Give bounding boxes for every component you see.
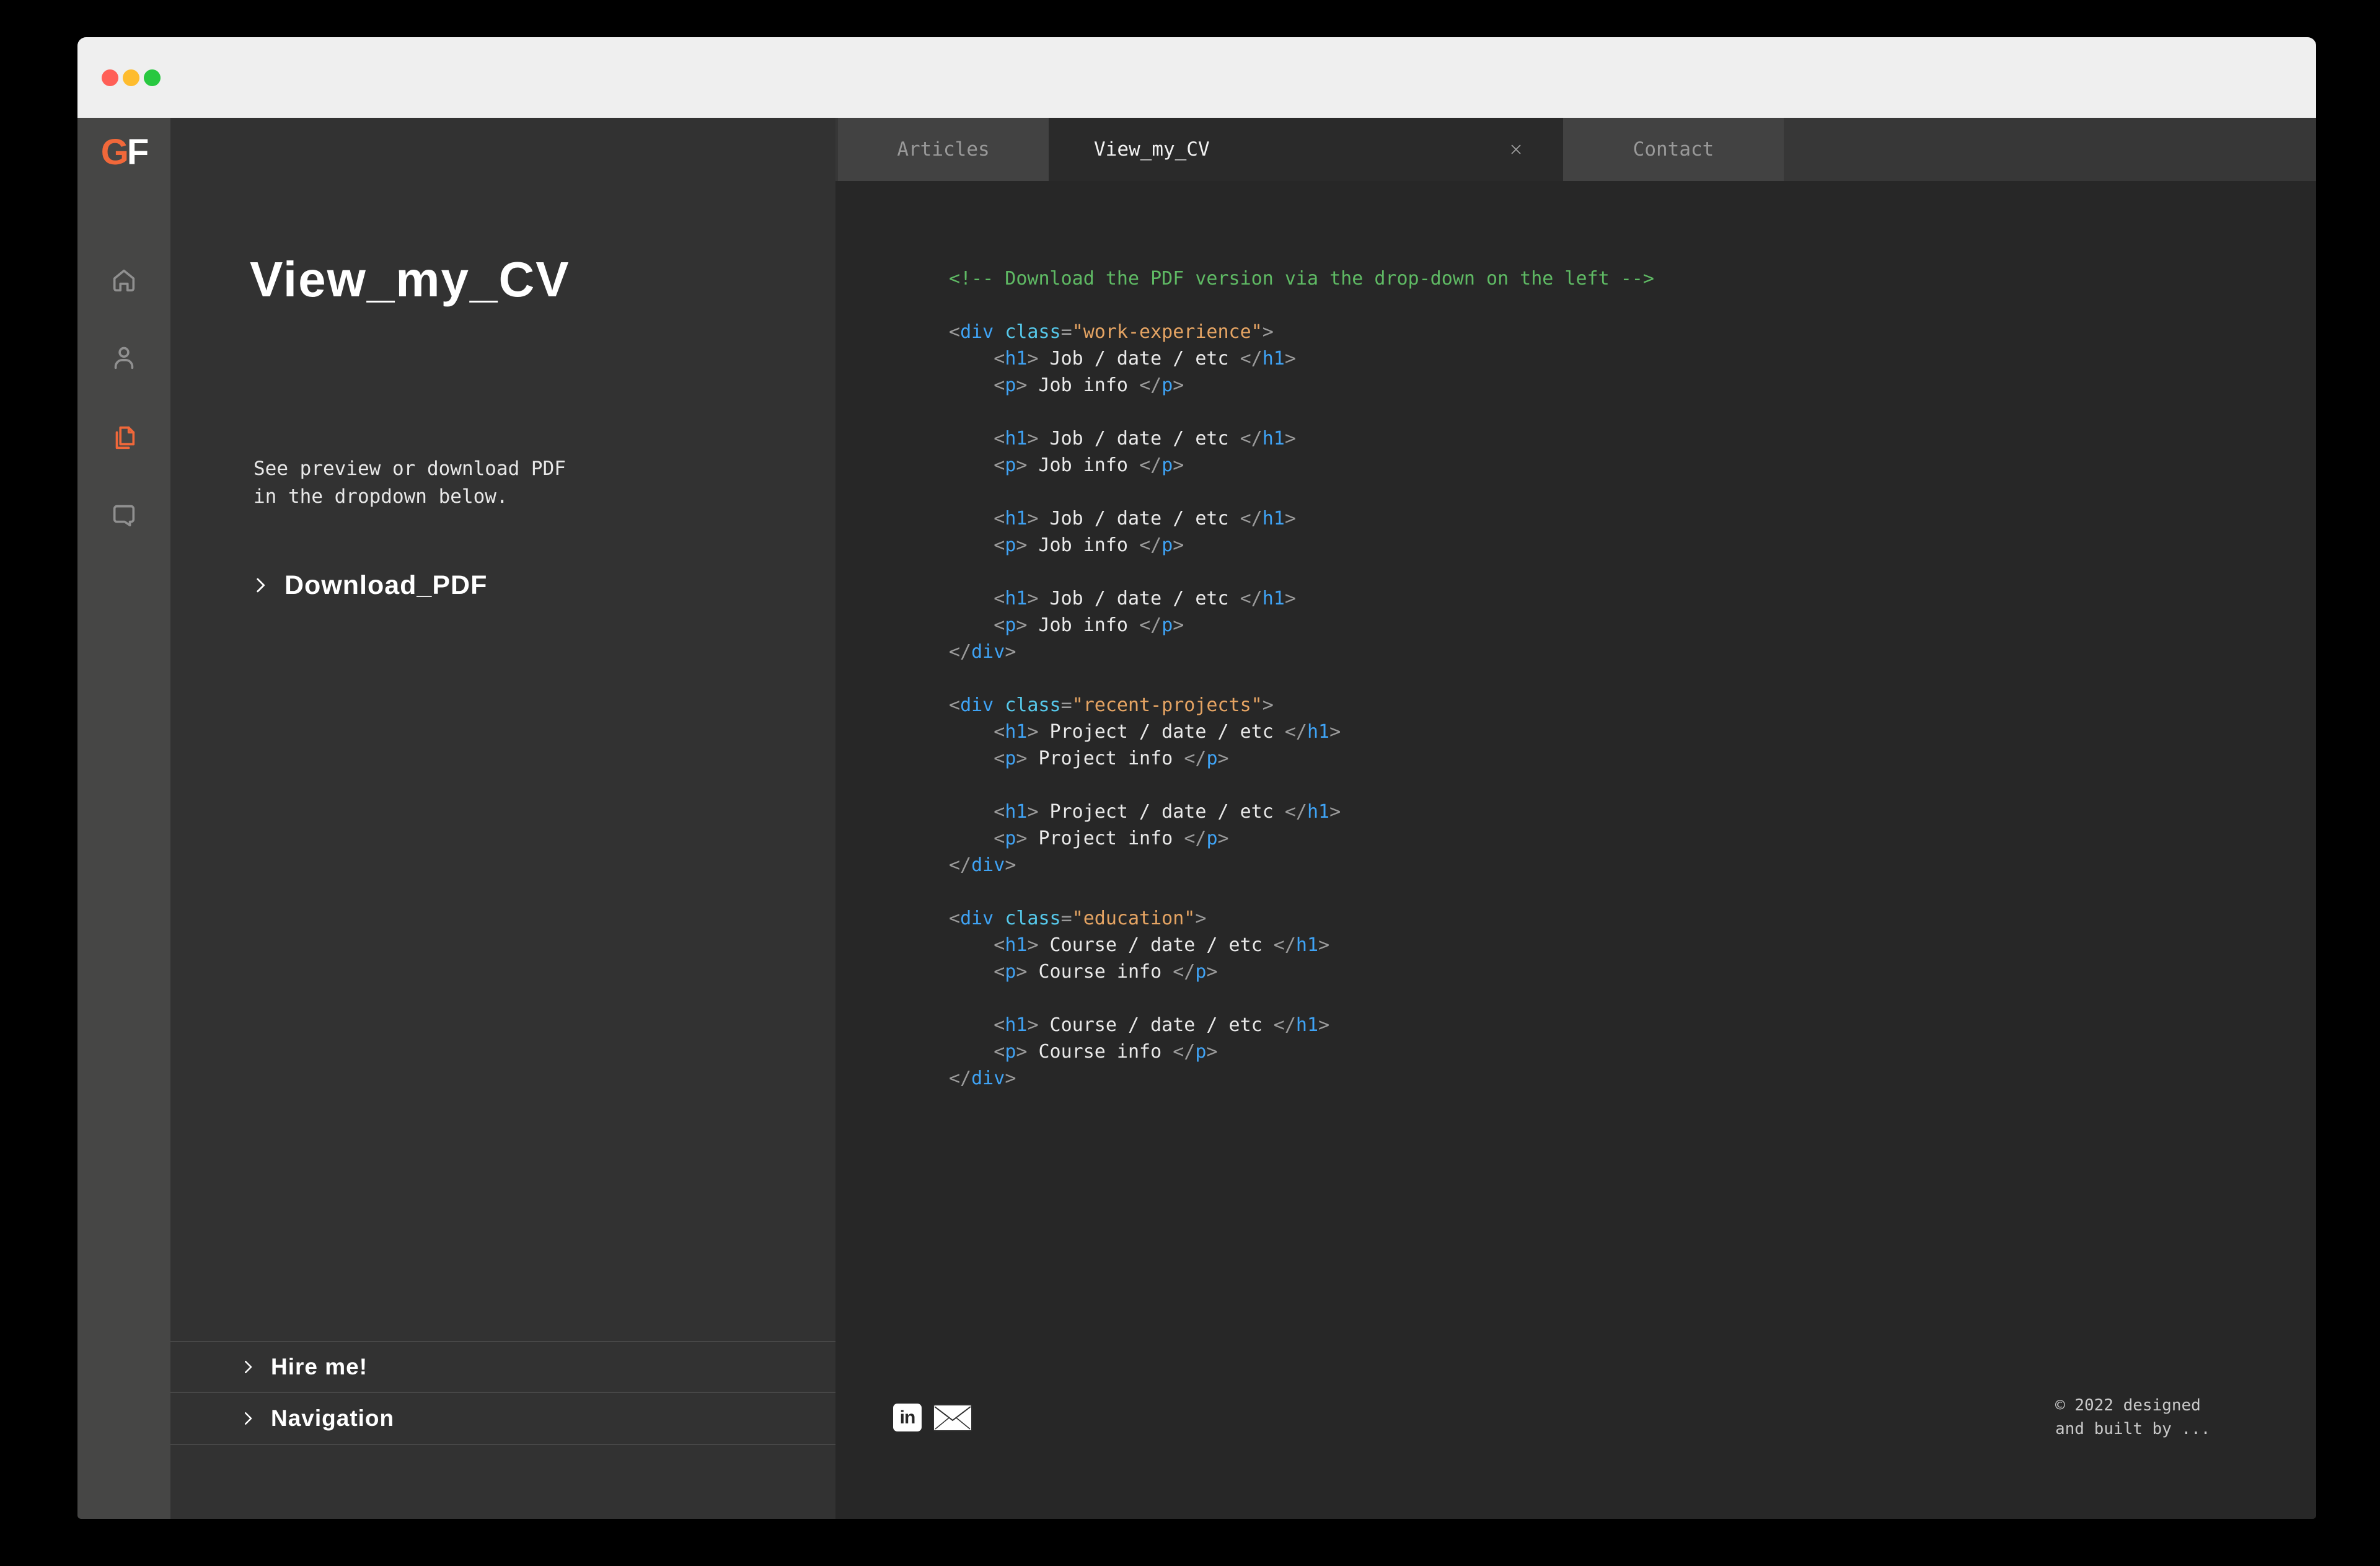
code-line: </div> <box>949 854 1016 876</box>
code-line: <p> Job info </p> <box>949 614 1184 636</box>
code-line: <p> Course info </p> <box>949 961 1218 983</box>
tab-view-my-cv-label: View_my_CV <box>1094 138 1210 161</box>
hire-me-label: Hire me! <box>271 1354 368 1379</box>
download-pdf-label: Download_PDF <box>284 570 488 600</box>
code-line: </div> <box>949 641 1016 663</box>
chat-icon <box>110 505 138 532</box>
code-line: <p> Job info </p> <box>949 534 1184 556</box>
copyright: © 2022 designed and built by ... <box>2055 1394 2210 1441</box>
hire-me-dropdown[interactable]: Hire me! <box>170 1341 835 1392</box>
email-icon[interactable] <box>933 1404 972 1431</box>
code-line: <h1> Job / date / etc </h1> <box>949 348 1296 369</box>
code-line: <h1> Project / date / etc </h1> <box>949 801 1341 823</box>
sidebar-item-home[interactable] <box>110 266 138 294</box>
chevron-right-icon <box>239 1358 257 1376</box>
tab-contact-label: Contact <box>1633 138 1714 161</box>
tab-view-my-cv[interactable]: View_my_CV <box>1049 118 1563 181</box>
window-titlebar[interactable] <box>77 37 2316 118</box>
home-icon <box>110 269 138 297</box>
logo-letter-f: F <box>126 132 149 172</box>
linkedin-icon[interactable]: in <box>893 1404 922 1431</box>
social-links: in <box>893 1404 972 1431</box>
page-title: View_my_CV <box>250 252 570 307</box>
icon-rail: GF <box>77 118 170 1519</box>
chevron-right-icon <box>239 1409 257 1428</box>
sidebar-item-contact[interactable] <box>110 501 138 529</box>
documents-icon <box>110 426 138 455</box>
window-minimize-button[interactable] <box>123 69 139 86</box>
code-line: <h1> Job / date / etc </h1> <box>949 508 1296 529</box>
person-icon <box>110 347 138 374</box>
code-line: <h1> Job / date / etc </h1> <box>949 428 1296 449</box>
sidebar-item-about[interactable] <box>110 343 138 372</box>
code-line: </div> <box>949 1068 1016 1089</box>
sidebar-item-cv[interactable] <box>110 424 138 453</box>
code-line: <h1> Job / date / etc </h1> <box>949 588 1296 609</box>
tab-bar: Articles View_my_CV Contact <box>835 118 2316 181</box>
copyright-line2: and built by ... <box>2055 1420 2211 1438</box>
download-pdf-dropdown[interactable]: Download_PDF <box>250 565 487 605</box>
tab-articles[interactable]: Articles <box>838 118 1049 181</box>
code-line: <p> Job info </p> <box>949 454 1184 476</box>
tab-contact[interactable]: Contact <box>1563 118 1784 181</box>
logo-letter-g: G <box>100 132 129 172</box>
left-panel: View_my_CV See preview or download PDF i… <box>170 118 835 1519</box>
code-line: <div class="education"> <box>949 908 1207 929</box>
code-line: <h1> Course / date / etc </h1> <box>949 934 1330 956</box>
code-line: <div class="work-experience"> <box>949 321 1274 343</box>
code-line: <p> Course info </p> <box>949 1041 1218 1063</box>
app-window: GF View_my_CV See preview or download PD… <box>77 37 2316 1519</box>
code-line: <div class="recent-projects"> <box>949 694 1274 716</box>
code-line: <h1> Project / date / etc </h1> <box>949 721 1341 743</box>
panel-description-line2: in the dropdown below. <box>253 485 508 508</box>
chevron-right-icon <box>250 575 271 596</box>
window-zoom-button[interactable] <box>144 69 161 86</box>
code-editor: <!-- Download the PDF version via the dr… <box>949 265 1654 1092</box>
close-icon[interactable] <box>1506 139 1526 159</box>
code-line: <p> Project info </p> <box>949 748 1229 769</box>
tab-articles-label: Articles <box>897 138 990 161</box>
panel-description-line1: See preview or download PDF <box>253 458 566 480</box>
logo[interactable]: GF <box>77 134 170 171</box>
window-close-button[interactable] <box>102 69 118 86</box>
main-content: Articles View_my_CV Contact <!-- Downloa… <box>835 118 2316 1519</box>
panel-description: See preview or download PDF in the dropd… <box>253 455 566 511</box>
code-line: <!-- Download the PDF version via the dr… <box>949 268 1654 290</box>
navigation-dropdown[interactable]: Navigation <box>170 1392 835 1445</box>
copyright-line1: © 2022 designed <box>2055 1396 2201 1415</box>
code-line: <h1> Course / date / etc </h1> <box>949 1014 1330 1036</box>
navigation-label: Navigation <box>271 1405 395 1431</box>
code-line: <p> Project info </p> <box>949 828 1229 849</box>
code-line: <p> Job info </p> <box>949 374 1184 396</box>
